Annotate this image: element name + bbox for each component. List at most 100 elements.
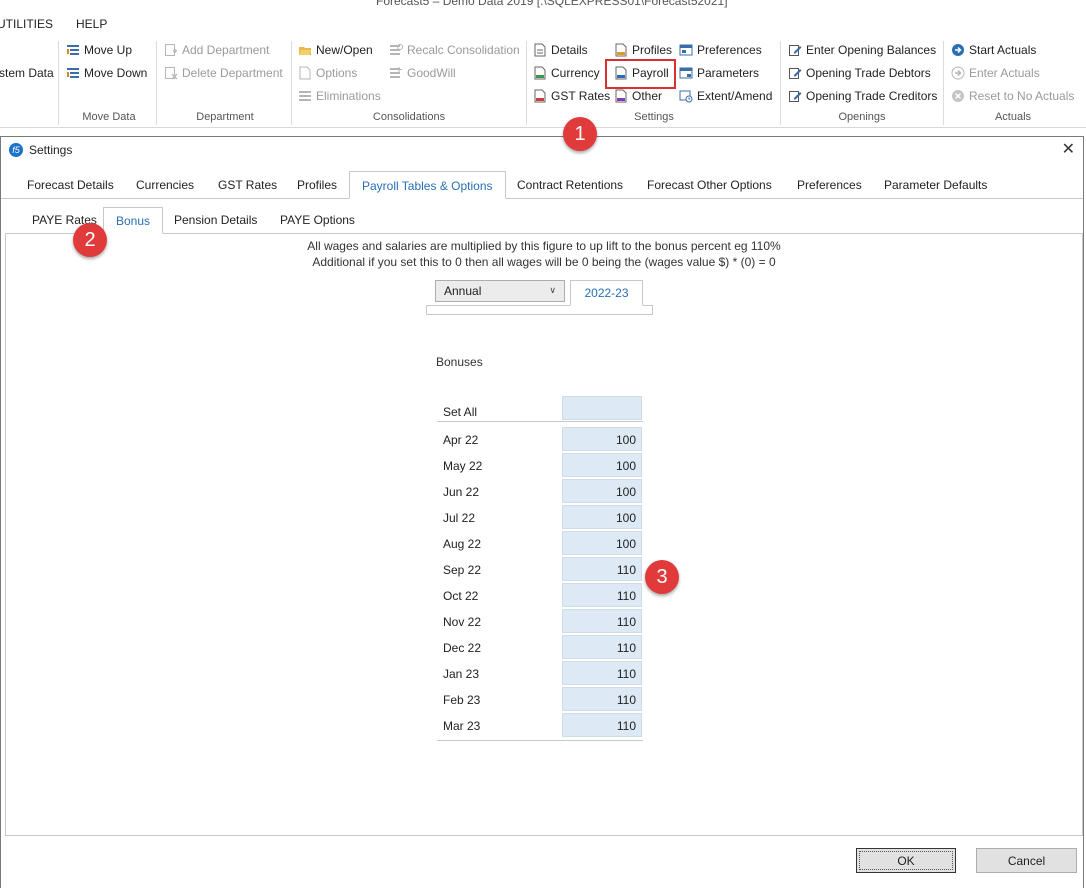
currency-icon: [533, 66, 547, 80]
bonus-value-input[interactable]: 100: [562, 453, 642, 477]
recalc-icon: [389, 43, 403, 57]
tab-preferences[interactable]: Preferences: [785, 171, 874, 199]
gst-rates-button[interactable]: GST Rates: [533, 86, 610, 106]
tab-forecast-other-options[interactable]: Forecast Other Options: [635, 171, 784, 199]
ribbon-separator: [291, 41, 292, 125]
consolidations-group-label: Consolidations: [372, 111, 446, 123]
system-data-button[interactable]: stem Data: [0, 63, 54, 83]
bonus-value-input[interactable]: 110: [562, 583, 642, 607]
enter-actuals-button[interactable]: Enter Actuals: [951, 63, 1040, 83]
bonus-value-input[interactable]: 110: [562, 609, 642, 633]
tab-payroll-tables-options[interactable]: Payroll Tables & Options: [349, 171, 506, 199]
month-label: Sep 22: [443, 563, 482, 577]
subtab-pension-details[interactable]: Pension Details: [162, 207, 269, 234]
menu-help[interactable]: HELP: [76, 17, 107, 31]
currency-button[interactable]: Currency: [533, 63, 600, 83]
bonus-value-input[interactable]: 110: [562, 687, 642, 711]
goodwill-icon: [389, 66, 403, 80]
month-label: May 22: [443, 459, 483, 473]
bonus-value-input[interactable]: 110: [562, 661, 642, 685]
goodwill-button[interactable]: GoodWill: [389, 63, 456, 83]
move-up-icon: [66, 43, 80, 57]
delete-department-label: Delete Department: [182, 66, 283, 80]
cancel-button[interactable]: Cancel: [976, 848, 1077, 873]
ribbon: stem Data Move Up Move Down Move Data Ad…: [0, 35, 1086, 128]
bonus-value-input[interactable]: 100: [562, 531, 642, 555]
profiles-button[interactable]: Profiles: [614, 40, 672, 60]
move-up-button[interactable]: Move Up: [66, 40, 132, 60]
details-button[interactable]: Details: [533, 40, 588, 60]
edit-icon: [788, 43, 802, 57]
eliminations-icon: [298, 89, 312, 103]
preferences-button[interactable]: Preferences: [679, 40, 762, 60]
tab-gst-rates[interactable]: GST Rates: [206, 171, 289, 199]
set-all-label: Set All: [443, 405, 478, 419]
extent-amend-button[interactable]: Extent/Amend: [679, 86, 772, 106]
menu-utilities[interactable]: UTILITIES: [0, 17, 53, 31]
tab-parameter-defaults[interactable]: Parameter Defaults: [872, 171, 999, 199]
month-label: Apr 22: [443, 433, 479, 447]
opening-trade-creditors-button[interactable]: Opening Trade Creditors: [788, 86, 937, 106]
table-row: Jun 22 100: [437, 479, 643, 505]
year-tab-panel: [426, 305, 653, 315]
options-button[interactable]: Options: [298, 63, 357, 83]
table-row: Jul 22 100: [437, 505, 643, 531]
month-label: Jun 22: [443, 485, 480, 499]
other-button[interactable]: Other: [614, 86, 662, 106]
bonus-value-input[interactable]: 100: [562, 479, 642, 503]
move-data-group-label: Move Data: [82, 111, 136, 123]
gst-rates-label: GST Rates: [551, 89, 611, 103]
start-actuals-button[interactable]: Start Actuals: [951, 40, 1036, 60]
move-down-button[interactable]: Move Down: [66, 63, 147, 83]
month-label: Nov 22: [443, 615, 482, 629]
tab-forecast-details[interactable]: Forecast Details: [15, 171, 126, 199]
reset-to-no-actuals-button[interactable]: Reset to No Actuals: [951, 86, 1074, 106]
info-line-2: Additional if you set this to 0 then all…: [312, 255, 776, 269]
system-data-label: stem Data: [0, 66, 54, 80]
bonus-value-input[interactable]: 110: [562, 713, 642, 737]
new-open-label: New/Open: [316, 43, 373, 57]
bonus-value-input[interactable]: 110: [562, 557, 642, 581]
close-icon[interactable]: ✕: [1062, 139, 1075, 159]
eliminations-button[interactable]: Eliminations: [298, 86, 381, 106]
month-label: Jul 22: [443, 511, 476, 525]
extent-amend-icon: [679, 89, 693, 103]
new-open-button[interactable]: New/Open: [298, 40, 373, 60]
parameters-button[interactable]: Parameters: [679, 63, 759, 83]
add-department-button[interactable]: Add Department: [164, 40, 269, 60]
table-row: Jan 23 110: [437, 661, 643, 687]
arrow-right-circle-icon: [951, 66, 965, 80]
tab-profiles[interactable]: Profiles: [285, 171, 349, 199]
parameters-icon: [679, 66, 693, 80]
tab-contract-retentions[interactable]: Contract Retentions: [505, 171, 635, 199]
window-title: Forecast5 – Demo Data 2019 [.\SQLEXPRESS…: [376, 0, 728, 8]
enter-opening-balances-button[interactable]: Enter Opening Balances: [788, 40, 936, 60]
subtab-paye-options[interactable]: PAYE Options: [268, 207, 367, 234]
period-select[interactable]: Annual ∨: [435, 280, 565, 302]
table-row: May 22 100: [437, 453, 643, 479]
options-icon: [298, 66, 312, 80]
ok-button[interactable]: OK: [856, 848, 956, 873]
start-actuals-label: Start Actuals: [969, 43, 1037, 57]
payroll-highlight-box: [605, 59, 676, 89]
opening-trade-debtors-label: Opening Trade Debtors: [806, 66, 931, 80]
tab-year[interactable]: 2022-23: [570, 280, 643, 306]
bonus-value-input[interactable]: 100: [562, 505, 642, 529]
tab-currencies[interactable]: Currencies: [124, 171, 206, 199]
table-row: Aug 22 100: [437, 531, 643, 557]
bonus-value-input[interactable]: 100: [562, 427, 642, 451]
recalc-consolidation-button[interactable]: Recalc Consolidation: [389, 40, 520, 60]
period-select-value: Annual: [444, 284, 482, 298]
ribbon-separator: [526, 41, 527, 125]
opening-trade-debtors-button[interactable]: Opening Trade Debtors: [788, 63, 931, 83]
parameters-label: Parameters: [697, 66, 760, 80]
set-all-input[interactable]: [562, 396, 642, 420]
delete-department-button[interactable]: Delete Department: [164, 63, 283, 83]
menu-bar: UTILITIES HELP: [0, 13, 1086, 35]
enter-opening-balances-label: Enter Opening Balances: [806, 43, 937, 57]
table-row: Apr 22 100: [437, 427, 643, 453]
bonus-value-input[interactable]: 110: [562, 635, 642, 659]
month-label: Feb 23: [443, 693, 481, 707]
subtab-bonus[interactable]: Bonus: [103, 207, 164, 234]
other-label: Other: [632, 89, 663, 103]
